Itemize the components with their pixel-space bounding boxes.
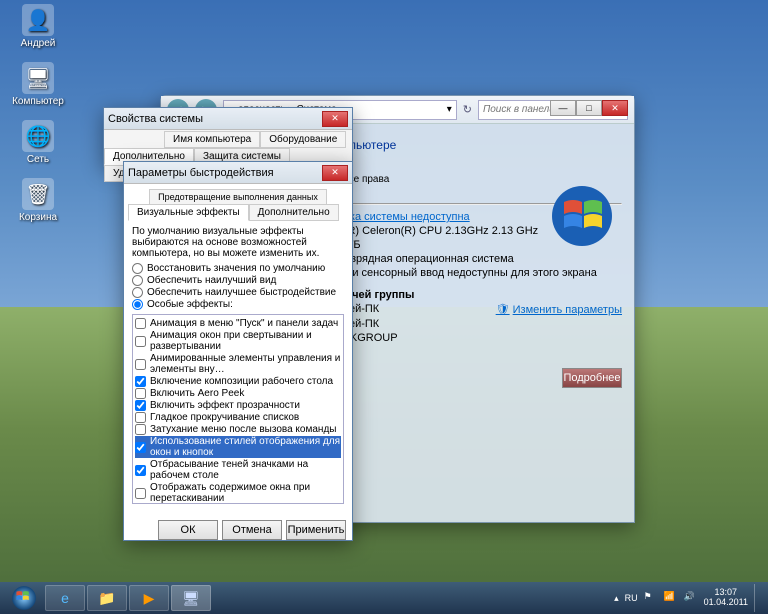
effect-checkbox[interactable] [135, 424, 146, 435]
perfopts-titlebar[interactable]: Параметры быстродействия ✕ [124, 162, 352, 184]
windows-logo-icon [550, 184, 614, 248]
volume-icon[interactable]: 🔊 [684, 591, 698, 605]
ok-button[interactable]: ОК [158, 520, 218, 540]
task-control-panel[interactable]: 🖥 [171, 585, 211, 611]
intro-text: По умолчанию визуальные эффекты выбирают… [132, 226, 344, 259]
effect-checkbox-row[interactable]: Отбрасывание теней значками на рабочем с… [135, 459, 341, 481]
effect-checkbox[interactable] [135, 400, 146, 411]
language-indicator[interactable]: RU [625, 593, 638, 603]
system-tray: ▴ RU ⚑ 📶 🔊 13:07 01.04.2011 [614, 584, 764, 612]
change-settings-link[interactable]: 🛡 Изменить параметры [496, 303, 622, 316]
recycle-bin-icon-glyph: 🗑 [22, 178, 54, 210]
recycle-bin-icon[interactable]: 🗑Корзина [8, 178, 68, 223]
radio-option[interactable]: Обеспечить наилучший вид [132, 275, 344, 286]
clock[interactable]: 13:07 01.04.2011 [704, 588, 748, 608]
radio-input[interactable] [132, 275, 143, 286]
perfopts-content: По умолчанию визуальные эффекты выбирают… [124, 220, 352, 514]
effect-checkbox-row[interactable]: Гладкое прокручивание списков [135, 412, 341, 423]
effect-checkbox[interactable] [135, 465, 146, 476]
computer-icon-glyph: 🖥 [22, 62, 54, 94]
effect-checkbox-row[interactable]: Анимированные элементы управления и элем… [135, 353, 341, 375]
pen-touch: Перо и сенсорный ввод недоступны для это… [323, 267, 622, 279]
performance-options-dialog: Параметры быстродействия ✕ Предотвращени… [123, 161, 353, 541]
radio-input[interactable] [132, 287, 143, 298]
perfopts-title: Параметры быстродействия [128, 167, 322, 179]
genuine-button[interactable]: Подробнее [562, 368, 622, 388]
tab-visual-effects[interactable]: Визуальные эффекты [128, 204, 249, 221]
effect-checkbox[interactable] [135, 336, 146, 347]
effect-checkbox[interactable] [135, 442, 146, 453]
sysprops-titlebar[interactable]: Свойства системы ✕ [104, 108, 352, 130]
task-ie-icon[interactable]: e [45, 585, 85, 611]
dialog-buttons: ОК Отмена Применить [124, 514, 352, 546]
effect-checkbox[interactable] [135, 488, 146, 499]
task-wmp-icon[interactable]: ▶ [129, 585, 169, 611]
network-tray-icon[interactable]: 📶 [664, 591, 678, 605]
date-text: 01.04.2011 [704, 598, 748, 608]
effect-checkbox-row[interactable]: Затухание меню после вызова команды [135, 424, 341, 435]
minimize-button[interactable]: — [550, 100, 576, 116]
tab-computer-name[interactable]: Имя компьютера [164, 131, 260, 148]
shield-icon: 🛡 [496, 303, 510, 316]
tab-hardware[interactable]: Оборудование [260, 131, 346, 148]
effect-checkbox[interactable] [135, 318, 146, 329]
close-button[interactable]: ✕ [322, 165, 348, 181]
computer-icon[interactable]: 🖥Компьютер [8, 62, 68, 107]
tab-advanced[interactable]: Дополнительно [249, 204, 339, 221]
network-icon-glyph: 🌐 [22, 120, 54, 152]
task-explorer-icon[interactable]: 📁 [87, 585, 127, 611]
effect-checkbox-row[interactable]: Анимация в меню "Пуск" и панели задач [135, 318, 341, 329]
effect-checkbox-row[interactable]: Включение композиции рабочего стола [135, 376, 341, 387]
maximize-button[interactable]: □ [576, 100, 602, 116]
taskbar: e 📁 ▶ 🖥 ▴ RU ⚑ 📶 🔊 13:07 01.04.2011 [0, 582, 768, 614]
effect-checkbox[interactable] [135, 412, 146, 423]
refresh-icon[interactable]: ↻ [463, 103, 472, 116]
user-folder-icon-glyph: 👤 [22, 4, 54, 36]
effect-checkbox[interactable] [135, 376, 146, 387]
radio-input[interactable] [132, 263, 143, 274]
close-button[interactable]: ✕ [322, 111, 348, 127]
effect-checkbox-row[interactable]: Включить эффект прозрачности [135, 400, 341, 411]
apply-button[interactable]: Применить [286, 520, 346, 540]
cancel-button[interactable]: Отмена [222, 520, 282, 540]
effect-checkbox[interactable] [135, 388, 146, 399]
effect-checkbox-row[interactable]: Отображать содержимое окна при перетаски… [135, 482, 341, 504]
close-button[interactable]: ✕ [602, 100, 628, 116]
tab-dep[interactable]: Предотвращение выполнения данных [149, 189, 327, 205]
radio-option[interactable]: Обеспечить наилучшее быстродействие [132, 287, 344, 298]
start-button[interactable] [4, 584, 44, 612]
show-desktop-button[interactable] [754, 584, 762, 612]
tray-expand-icon[interactable]: ▴ [614, 593, 619, 604]
effect-checkbox[interactable] [135, 359, 146, 370]
radio-input[interactable] [132, 299, 143, 310]
user-folder-icon[interactable]: 👤Андрей [8, 4, 68, 49]
effect-checkbox-row[interactable]: Включить Aero Peek [135, 388, 341, 399]
radio-option[interactable]: Восстановить значения по умолчанию [132, 263, 344, 274]
radio-option[interactable]: Особые эффекты: [132, 299, 344, 310]
system-properties-dialog: Свойства системы ✕ Имя компьютера Оборуд… [103, 107, 353, 167]
workgroup-value: WORKGROUP [323, 332, 622, 344]
action-center-icon[interactable]: ⚑ [644, 591, 658, 605]
sysprops-title: Свойства системы [108, 113, 322, 125]
cp-window-buttons: — □ ✕ [550, 100, 628, 116]
effect-checkbox-row[interactable]: Использование стилей отображения для око… [135, 436, 341, 458]
effect-checkbox-row[interactable]: Анимация окон при свертывании и разверты… [135, 330, 341, 352]
perfopts-tabs: Предотвращение выполнения данных [128, 188, 348, 204]
system-type: 32-разрядная операционная система [323, 253, 622, 265]
network-icon[interactable]: 🌐Сеть [8, 120, 68, 165]
effects-list[interactable]: Анимация в меню "Пуск" и панели задачАни… [132, 314, 344, 504]
full-computer-name: Андрей-ПК [323, 318, 622, 330]
